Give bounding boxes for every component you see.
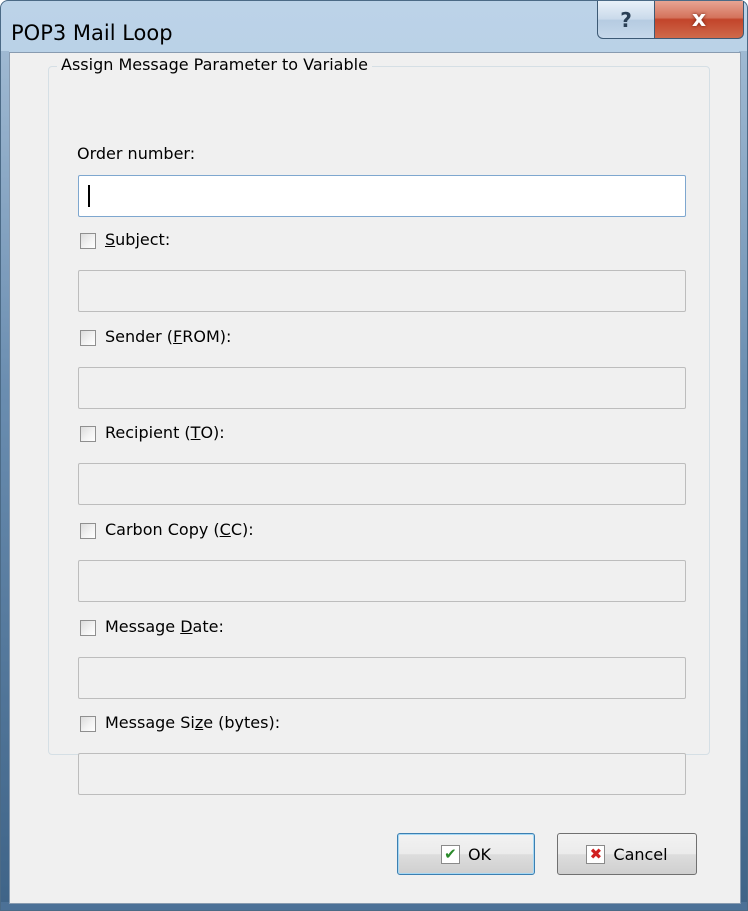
groupbox-title: Assign Message Parameter to Variable: [57, 55, 372, 74]
message-date-checkbox[interactable]: [80, 620, 96, 636]
subject-variable-input[interactable]: [79, 271, 685, 311]
order-number-input[interactable]: [79, 176, 685, 216]
subject-checkbox[interactable]: [80, 233, 96, 249]
carbon-copy-accelerator-key: C: [219, 520, 231, 539]
carbon-copy-variable-input[interactable]: [79, 561, 685, 601]
message-size-checkbox[interactable]: [80, 716, 96, 732]
close-icon: x: [691, 7, 707, 32]
message-size-variable-field[interactable]: [78, 753, 686, 795]
sender-label-text: Sender (: [105, 327, 174, 346]
message-date-variable-input[interactable]: [79, 658, 685, 698]
recipient-checkbox[interactable]: [80, 426, 96, 442]
message-date-accelerator-key: D: [180, 617, 193, 636]
subject-label-rest: ubject:: [115, 230, 171, 249]
help-icon: ?: [620, 7, 632, 32]
carbon-copy-label-rest: C):: [230, 520, 254, 539]
message-size-accelerator-key: z: [194, 713, 204, 732]
subject-label[interactable]: Subject:: [105, 230, 170, 249]
carbon-copy-label[interactable]: Carbon Copy (CC):: [105, 520, 254, 539]
message-date-label[interactable]: Message Date:: [105, 617, 224, 636]
ok-button[interactable]: ✔ OK: [397, 833, 535, 875]
sender-label-rest: ROM):: [182, 327, 232, 346]
recipient-label-text: Recipient (: [105, 423, 191, 442]
message-size-variable-input[interactable]: [79, 754, 685, 794]
carbon-copy-checkbox[interactable]: [80, 523, 96, 539]
message-date-label-rest: ate:: [192, 617, 224, 636]
recipient-variable-input[interactable]: [79, 464, 685, 504]
sender-accelerator-key: F: [173, 327, 183, 346]
sender-variable-input[interactable]: [79, 368, 685, 408]
message-size-label-text: Message Si: [105, 713, 195, 732]
help-button[interactable]: ?: [597, 1, 655, 39]
sender-checkbox[interactable]: [80, 330, 96, 346]
window-frame-left: [1, 51, 9, 904]
recipient-label[interactable]: Recipient (TO):: [105, 423, 225, 442]
recipient-variable-field[interactable]: [78, 463, 686, 505]
recipient-accelerator-key: T: [190, 423, 201, 442]
subject-accelerator-key: S: [105, 230, 116, 249]
window-title: POP3 Mail Loop: [11, 21, 173, 45]
subject-variable-field[interactable]: [78, 270, 686, 312]
carbon-copy-label-text: Carbon Copy (: [105, 520, 220, 539]
checkmark-icon: ✔: [440, 844, 460, 864]
text-caret: [88, 185, 90, 207]
cancel-button[interactable]: ✖ Cancel: [557, 833, 697, 875]
message-date-variable-field[interactable]: [78, 657, 686, 699]
sender-label[interactable]: Sender (FROM):: [105, 327, 231, 346]
red-x-icon: ✖: [586, 844, 606, 864]
message-date-label-text: Message: [105, 617, 181, 636]
recipient-label-rest: O):: [200, 423, 225, 442]
carbon-copy-variable-field[interactable]: [78, 560, 686, 602]
message-size-label[interactable]: Message Size (bytes):: [105, 713, 280, 732]
order-number-label: Order number:: [77, 144, 196, 163]
order-number-field[interactable]: [78, 175, 686, 217]
close-button[interactable]: x: [654, 1, 744, 39]
cancel-button-label: Cancel: [613, 844, 668, 864]
ok-button-label: OK: [467, 844, 492, 864]
message-size-label-rest: e (bytes):: [203, 713, 281, 732]
parameter-groupbox: Assign Message Parameter to Variable: [48, 55, 710, 755]
sender-variable-field[interactable]: [78, 367, 686, 409]
